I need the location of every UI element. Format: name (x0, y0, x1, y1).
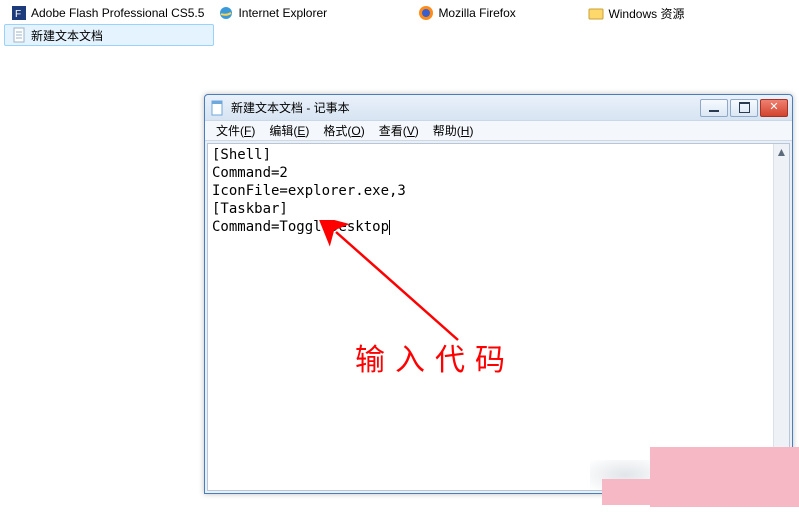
shortcut-label: Adobe Flash Professional CS5.5 (31, 6, 204, 20)
shortcut-new-text-document[interactable]: 新建文本文档 (4, 24, 214, 46)
scroll-up-button[interactable]: ▲ (774, 144, 790, 160)
maximize-button[interactable] (730, 99, 758, 117)
minimize-button[interactable] (700, 99, 728, 117)
menu-file[interactable]: 文件(F) (209, 121, 262, 140)
firefox-icon (418, 5, 434, 21)
notepad-icon (209, 100, 225, 116)
menu-format[interactable]: 格式(O) (316, 121, 371, 140)
vertical-scrollbar[interactable]: ▲ ▼ (773, 144, 789, 490)
text-file-icon (11, 27, 27, 43)
shortcut-internet-explorer[interactable]: Internet Explorer (211, 2, 411, 24)
shortcut-adobe-flash[interactable]: F Adobe Flash Professional CS5.5 (4, 2, 211, 24)
menu-view[interactable]: 查看(V) (372, 121, 426, 140)
menu-help[interactable]: 帮助(H) (426, 121, 481, 140)
explorer-icon (588, 5, 604, 21)
shortcut-label: Mozilla Firefox (438, 6, 515, 20)
shortcut-firefox[interactable]: Mozilla Firefox (411, 2, 581, 24)
watermark-block-1 (650, 447, 799, 507)
text-editor[interactable]: [Shell] Command=2 IconFile=explorer.exe,… (208, 144, 773, 490)
window-title: 新建文本文档 - 记事本 (231, 99, 350, 116)
shortcut-label: 新建文本文档 (31, 27, 103, 44)
flash-icon: F (11, 5, 27, 21)
text-caret (389, 220, 390, 235)
desktop-shortcuts: F Adobe Flash Professional CS5.5 Interne… (0, 0, 799, 48)
editor-content: [Shell] Command=2 IconFile=explorer.exe,… (212, 147, 406, 235)
shortcut-label: Windows 资源 (608, 5, 684, 22)
shortcut-windows-explorer[interactable]: Windows 资源 (581, 2, 691, 24)
shortcut-label: Internet Explorer (238, 6, 327, 20)
ie-icon (218, 5, 234, 21)
menu-bar: 文件(F) 编辑(E) 格式(O) 查看(V) 帮助(H) (205, 121, 792, 141)
client-area: [Shell] Command=2 IconFile=explorer.exe,… (207, 143, 790, 491)
svg-text:F: F (15, 9, 21, 20)
close-button[interactable] (760, 99, 788, 117)
menu-edit[interactable]: 编辑(E) (262, 121, 316, 140)
titlebar[interactable]: 新建文本文档 - 记事本 (205, 95, 792, 121)
notepad-window: 新建文本文档 - 记事本 文件(F) 编辑(E) 格式(O) 查看(V) 帮助(… (204, 94, 793, 494)
